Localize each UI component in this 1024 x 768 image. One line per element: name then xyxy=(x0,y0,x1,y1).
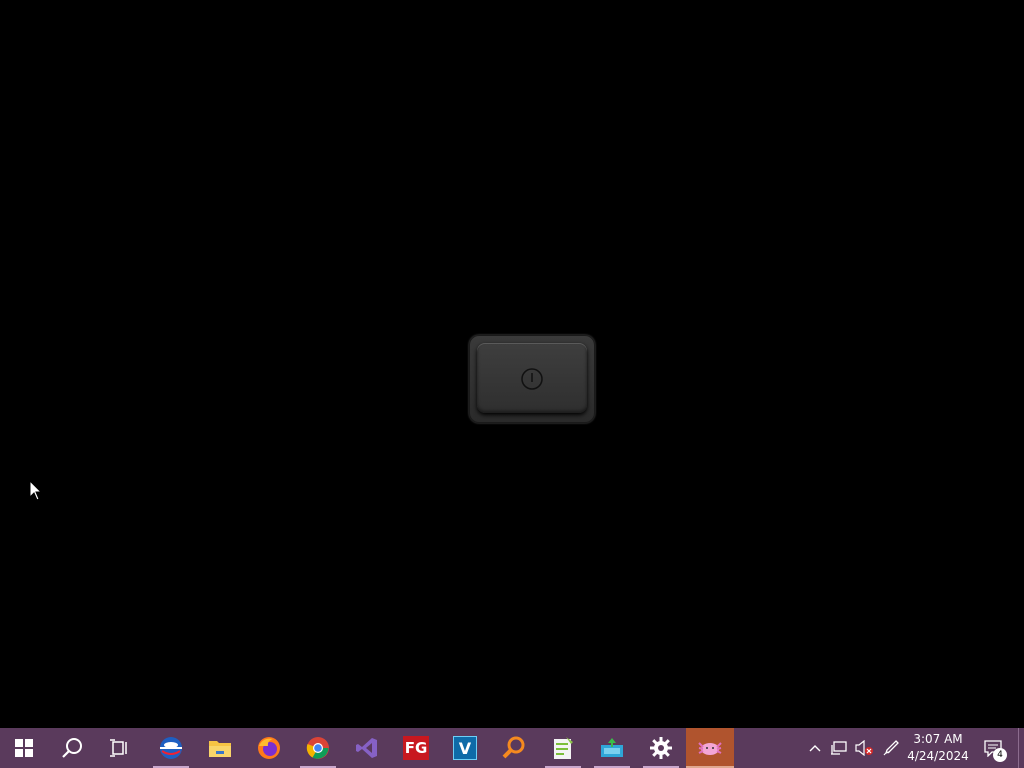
power-button-frame xyxy=(469,335,595,423)
firefox-icon xyxy=(258,737,280,759)
search-button[interactable] xyxy=(48,728,96,768)
taskbar: FG V 3:07 AM 4/24/2024 xyxy=(0,728,1024,768)
gear-icon xyxy=(650,737,672,759)
taskbar-app-firefox[interactable] xyxy=(245,728,293,768)
fg-app-label: FG xyxy=(404,739,428,757)
folder-icon xyxy=(209,741,231,757)
notification-count-badge: 4 xyxy=(993,748,1007,762)
network-button[interactable] xyxy=(828,728,850,768)
start-button[interactable] xyxy=(0,728,48,768)
fg-app-icon: FG xyxy=(403,736,429,760)
taskbar-app-search-tool[interactable] xyxy=(490,728,538,768)
taskbar-app-chrome[interactable] xyxy=(294,728,342,768)
power-button[interactable] xyxy=(477,343,587,413)
clock-time: 3:07 AM xyxy=(913,732,963,746)
v-app-icon: V xyxy=(453,736,477,760)
mouse-cursor-icon xyxy=(29,480,43,501)
clock[interactable]: 3:07 AM 4/24/2024 xyxy=(906,731,970,765)
axolotl-app-icon xyxy=(698,742,722,755)
show-hidden-icons-button[interactable] xyxy=(806,728,824,768)
taskbar-app-browser[interactable] xyxy=(147,728,195,768)
network-icon xyxy=(831,741,847,755)
volume-muted-icon xyxy=(855,740,873,756)
taskbar-app-notepad-plus-plus[interactable] xyxy=(539,728,587,768)
chevron-up-icon xyxy=(809,745,821,752)
taskbar-app-file-explorer[interactable] xyxy=(196,728,244,768)
power-icon xyxy=(521,368,543,390)
pen-icon xyxy=(883,740,899,756)
volume-button[interactable] xyxy=(852,728,876,768)
taskbar-app-active[interactable] xyxy=(686,728,734,768)
taskbar-app-visual-studio[interactable] xyxy=(343,728,391,768)
chrome-icon xyxy=(306,737,329,759)
browser-icon xyxy=(160,737,182,759)
taskbar-app-v[interactable]: V xyxy=(441,728,489,768)
taskbar-app-settings[interactable] xyxy=(637,728,685,768)
taskbar-app-fg[interactable]: FG xyxy=(392,728,440,768)
v-app-label: V xyxy=(458,738,472,758)
pen-workspace-button[interactable] xyxy=(880,728,902,768)
taskbar-app-installer[interactable] xyxy=(588,728,636,768)
desktop xyxy=(0,0,1024,728)
show-desktop-button[interactable] xyxy=(1018,728,1019,768)
search-icon xyxy=(62,738,82,758)
task-view-button[interactable] xyxy=(96,728,144,768)
installer-icon xyxy=(601,738,623,757)
visual-studio-icon xyxy=(356,738,377,758)
task-view-icon xyxy=(110,739,127,757)
notepad-icon xyxy=(554,737,573,759)
windows-logo-icon xyxy=(15,739,33,757)
clock-date: 4/24/2024 xyxy=(907,749,969,763)
magnifier-icon xyxy=(502,736,525,759)
